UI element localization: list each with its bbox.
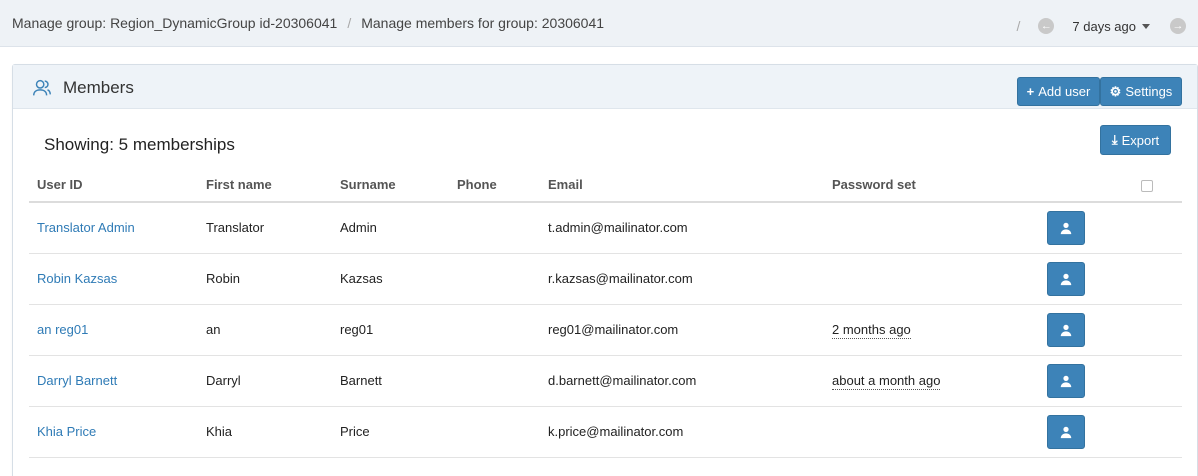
user-action-button[interactable] [1047, 211, 1085, 245]
user-action-button[interactable] [1047, 262, 1085, 296]
first-name-cell: Khia [206, 424, 233, 439]
surname-cell: Admin [340, 220, 377, 235]
download-icon: ⤓ [1111, 132, 1118, 147]
table-header: User ID First name Surname Phone Email P… [29, 167, 1182, 203]
date-separator: / [1016, 18, 1021, 34]
breadcrumb-separator: / [347, 15, 352, 31]
user-id-link[interactable]: an reg01 [37, 322, 88, 337]
user-id-link[interactable]: Khia Price [37, 424, 96, 439]
table-row: Khia Price Khia Price k.price@mailinator… [29, 407, 1182, 458]
email-cell: t.admin@mailinator.com [548, 220, 688, 235]
surname-cell: Barnett [340, 373, 382, 388]
user-icon [1060, 222, 1072, 235]
top-bar: Manage group: Region_DynamicGroup id-203… [0, 0, 1198, 47]
user-action-button[interactable] [1047, 415, 1085, 449]
export-label: Export [1121, 132, 1160, 148]
surname-cell: reg01 [340, 322, 374, 337]
user-action-button[interactable] [1047, 313, 1085, 347]
members-panel: Members + Add user ⚙ Settings ⤓ Export S… [12, 64, 1198, 476]
gear-icon: ⚙ [1109, 83, 1122, 99]
column-header-email[interactable]: Email [548, 177, 583, 192]
panel-title: Members [63, 78, 134, 97]
first-name-cell: Translator [206, 220, 265, 235]
table-row: an reg01 an reg01 reg01@mailinator.com 2… [29, 305, 1182, 356]
user-id-link[interactable]: Translator Admin [37, 220, 135, 235]
date-navigator: / ← 7 days ago → [1016, 16, 1186, 36]
date-range-label: 7 days ago [1072, 18, 1136, 34]
column-header-password-set[interactable]: Password set [832, 177, 916, 192]
user-icon [1060, 426, 1072, 439]
password-set-cell: about a month ago [832, 373, 941, 390]
user-id-link[interactable]: Robin Kazsas [37, 271, 117, 286]
column-header-user-id[interactable]: User ID [37, 177, 83, 192]
first-name-cell: an [206, 322, 221, 337]
email-cell: d.barnett@mailinator.com [548, 373, 697, 388]
user-action-button[interactable] [1047, 364, 1085, 398]
arrow-right-circle-icon[interactable]: → [1170, 18, 1186, 34]
column-header-phone[interactable]: Phone [457, 177, 497, 192]
table-row: Darryl Barnett Darryl Barnett d.barnett@… [29, 356, 1182, 407]
first-name-cell: Robin [206, 271, 240, 286]
panel-header: Members + Add user ⚙ Settings [13, 65, 1197, 109]
user-id-link[interactable]: Darryl Barnett [37, 373, 117, 388]
email-cell: reg01@mailinator.com [548, 322, 679, 337]
breadcrumb: Manage group: Region_DynamicGroup id-203… [12, 15, 604, 31]
surname-cell: Price [340, 424, 370, 439]
column-header-first-name[interactable]: First name [206, 177, 272, 192]
settings-label: Settings [1125, 84, 1173, 99]
surname-cell: Kazsas [340, 271, 383, 286]
breadcrumb-item-group[interactable]: Manage group: Region_DynamicGroup id-203… [12, 15, 337, 31]
users-icon [33, 79, 51, 96]
table-row: Robin Kazsas Robin Kazsas r.kazsas@maili… [29, 254, 1182, 305]
add-user-button[interactable]: + Add user [1017, 77, 1100, 106]
column-header-surname[interactable]: Surname [340, 177, 396, 192]
breadcrumb-item-members: Manage members for group: 20306041 [361, 15, 605, 31]
email-cell: k.price@mailinator.com [548, 424, 684, 439]
members-table: User ID First name Surname Phone Email P… [29, 167, 1182, 458]
export-button[interactable]: ⤓ Export [1100, 125, 1171, 155]
user-icon [1060, 324, 1072, 337]
table-row: Translator Admin Translator Admin t.admi… [29, 203, 1182, 254]
arrow-left-circle-icon[interactable]: ← [1038, 18, 1055, 34]
email-cell: r.kazsas@mailinator.com [548, 271, 693, 286]
first-name-cell: Darryl [206, 373, 241, 388]
add-user-label: Add user [1038, 84, 1091, 99]
user-icon [1060, 273, 1072, 286]
membership-count: Showing: 5 memberships [44, 135, 235, 154]
password-set-cell: 2 months ago [832, 322, 911, 339]
caret-down-icon [1142, 23, 1150, 29]
settings-button[interactable]: ⚙ Settings [1100, 77, 1182, 106]
date-range-dropdown[interactable]: 7 days ago [1072, 19, 1150, 34]
plus-icon: + [1026, 84, 1035, 99]
user-icon [1060, 375, 1072, 388]
select-all-checkbox[interactable] [1141, 180, 1153, 192]
